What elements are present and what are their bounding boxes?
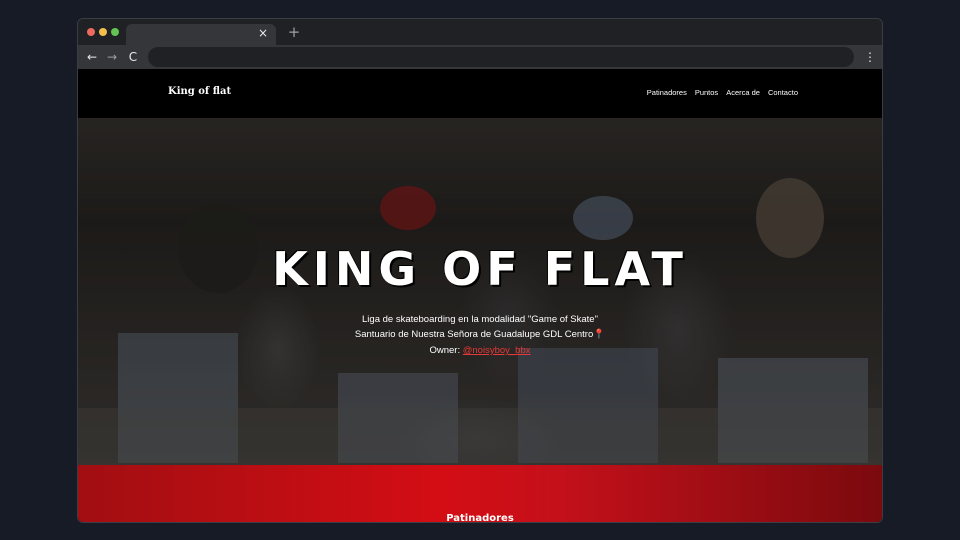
nav-link-contacto[interactable]: Contacto xyxy=(768,88,798,97)
nav-link-acerca-de[interactable]: Acerca de xyxy=(726,88,760,97)
browser-menu-icon[interactable]: ⋮ xyxy=(864,49,876,65)
tab-strip: × + xyxy=(78,19,882,45)
hero-location: Santuario de Nuestra Señora de Guadalupe… xyxy=(78,329,882,340)
hero-location-text: Santuario de Nuestra Señora de Guadalupe… xyxy=(354,329,594,340)
tab-close-icon[interactable]: × xyxy=(256,26,270,40)
owner-label: Owner: xyxy=(429,345,463,356)
browser-tab[interactable]: × xyxy=(126,24,276,45)
back-arrow-icon[interactable]: ← xyxy=(84,49,100,65)
forward-arrow-icon[interactable]: → xyxy=(104,49,120,65)
hero-section: KING OF FLAT Liga de skateboarding en la… xyxy=(78,118,882,465)
hero-description: Liga de skateboarding en la modalidad "G… xyxy=(362,314,598,325)
browser-toolbar: ← → C ⋮ xyxy=(78,45,882,69)
nav-link-puntos[interactable]: Puntos xyxy=(695,88,718,97)
hero-title: KING OF FLAT xyxy=(272,242,688,296)
page-viewport: King of flat Patinadores Puntos Acerca d… xyxy=(78,69,882,523)
minimize-window-button[interactable] xyxy=(99,28,107,36)
browser-window: × + ← → C ⋮ King of flat Patinadores Pun… xyxy=(77,18,883,523)
address-bar[interactable] xyxy=(148,47,854,67)
site-nav-links: Patinadores Puntos Acerca de Contacto xyxy=(647,88,798,97)
hero-owner: Owner: @noisyboy_bbx xyxy=(78,345,882,356)
section-title: Patinadores xyxy=(446,513,514,523)
site-brand[interactable]: King of flat xyxy=(168,86,231,97)
close-window-button[interactable] xyxy=(87,28,95,36)
reload-icon[interactable]: C xyxy=(125,49,141,65)
nav-link-patinadores[interactable]: Patinadores xyxy=(647,88,687,97)
maximize-window-button[interactable] xyxy=(111,28,119,36)
patinadores-section: Patinadores xyxy=(78,465,882,523)
site-navbar: King of flat Patinadores Puntos Acerca d… xyxy=(78,69,882,118)
location-pin-icon: 📍 xyxy=(593,329,606,340)
owner-link[interactable]: @noisyboy_bbx xyxy=(463,345,531,356)
new-tab-icon[interactable]: + xyxy=(286,24,302,40)
